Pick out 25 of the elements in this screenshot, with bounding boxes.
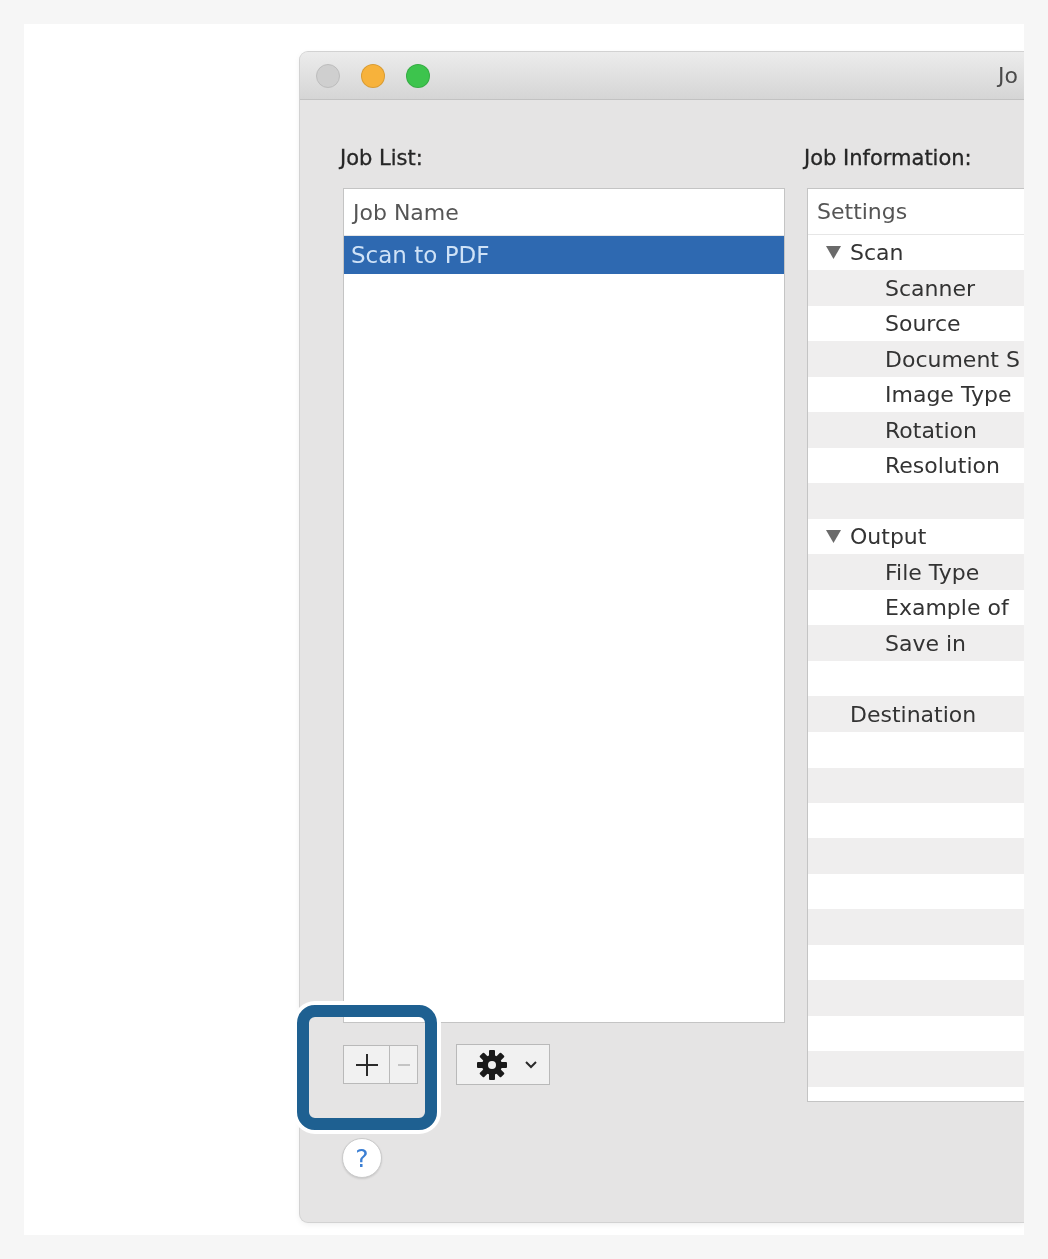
disclosure-triangle-icon[interactable]	[826, 246, 841, 260]
tree-item[interactable]: Example of	[885, 595, 1009, 621]
add-button[interactable]	[343, 1045, 390, 1084]
tree-item[interactable]: File Type	[885, 559, 980, 585]
tree-item[interactable]: Output	[850, 524, 927, 550]
tree-item[interactable]: Scan	[850, 240, 904, 266]
help-button[interactable]: ?	[342, 1138, 382, 1178]
job-list-label: Job List:	[340, 146, 423, 170]
job-information-label: Job Information:	[804, 146, 972, 170]
window-title: Jo	[998, 62, 1019, 89]
gear-icon	[477, 1049, 507, 1080]
chevron-down-icon	[525, 1060, 537, 1069]
plus-icon	[355, 1053, 378, 1076]
action-menu-button[interactable]	[456, 1044, 550, 1085]
minus-icon	[397, 1063, 410, 1066]
tree-item[interactable]: Resolution	[885, 453, 1000, 479]
job-row[interactable]: Scan to PDF	[344, 236, 784, 274]
disclosure-triangle-icon[interactable]	[826, 530, 841, 544]
tree-item[interactable]: Destination	[850, 701, 977, 727]
tree-item[interactable]: Source	[885, 311, 961, 337]
tree-item[interactable]: Rotation	[885, 417, 977, 443]
tree-item[interactable]: Scanner	[885, 275, 975, 301]
tree-item[interactable]: Document S	[885, 346, 1020, 372]
tree-item[interactable]: Save in	[885, 630, 967, 656]
tree-item[interactable]: Image Type	[885, 382, 1012, 408]
